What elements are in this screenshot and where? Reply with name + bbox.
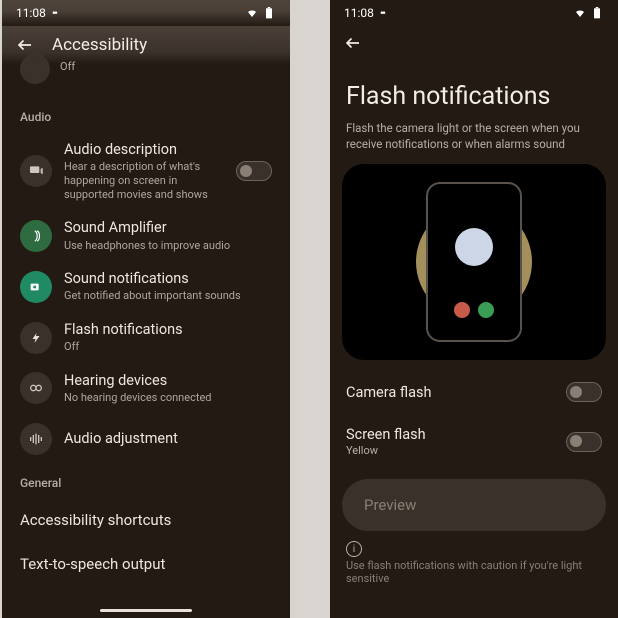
illustration-screen-dot bbox=[455, 228, 493, 266]
row-accessibility-shortcuts[interactable]: Accessibility shortcuts bbox=[14, 498, 278, 542]
audio-adjustment-title: Audio adjustment bbox=[64, 430, 272, 448]
camera-flash-toggle[interactable] bbox=[566, 382, 602, 402]
illustration-phone bbox=[426, 182, 522, 342]
flash-notifications-title: Flash notifications bbox=[64, 321, 272, 339]
row-sound-notifications[interactable]: Sound notifications Get notified about i… bbox=[14, 261, 278, 312]
sound-amplifier-icon bbox=[20, 220, 52, 252]
previous-item-partial[interactable]: Off bbox=[14, 64, 278, 104]
row-sound-amplifier[interactable]: Sound Amplifier Use headphones to improv… bbox=[14, 210, 278, 261]
illustration bbox=[342, 164, 606, 360]
hearing-devices-sub: No hearing devices connected bbox=[64, 391, 272, 405]
screen-flash-sub: Yellow bbox=[346, 444, 426, 457]
sound-notifications-title: Sound notifications bbox=[64, 270, 272, 288]
audio-description-title: Audio description bbox=[64, 141, 224, 159]
section-header-general: General bbox=[14, 470, 278, 498]
hearing-devices-title: Hearing devices bbox=[64, 372, 272, 390]
row-flash-notifications[interactable]: Flash notifications Off bbox=[14, 312, 278, 363]
back-button[interactable] bbox=[342, 32, 364, 54]
sound-notifications-sub: Get notified about important sounds bbox=[64, 289, 272, 303]
audio-description-icon bbox=[20, 155, 52, 187]
wifi-icon bbox=[245, 7, 259, 19]
voicemail-icon: •• bbox=[380, 6, 384, 20]
row-audio-adjustment[interactable]: Audio adjustment bbox=[14, 414, 278, 464]
app-bar bbox=[330, 26, 618, 60]
previous-item-state: Off bbox=[60, 60, 75, 73]
accessibility-settings-screen: 11:08 •• Accessibility Off Audio bbox=[2, 0, 290, 618]
clock: 11:08 bbox=[16, 6, 46, 20]
flash-notifications-screen: 11:08 •• Flash notifications Flash the c… bbox=[330, 0, 618, 618]
flash-notifications-sub: Off bbox=[64, 340, 272, 354]
sound-amplifier-sub: Use headphones to improve audio bbox=[64, 239, 272, 253]
flash-notifications-icon bbox=[20, 322, 52, 354]
sound-notifications-icon bbox=[20, 271, 52, 303]
page-description: Flash the camera light or the screen whe… bbox=[342, 119, 606, 162]
screen-flash-toggle[interactable] bbox=[566, 432, 602, 452]
navigation-handle[interactable] bbox=[100, 609, 192, 612]
status-bar: 11:08 •• bbox=[2, 0, 290, 26]
illustration-red-dot bbox=[454, 302, 470, 318]
page-title: Flash notifications bbox=[342, 60, 606, 119]
camera-flash-label: Camera flash bbox=[346, 384, 431, 401]
illustration-green-dot bbox=[478, 302, 494, 318]
audio-adjustment-icon bbox=[20, 423, 52, 455]
preview-button[interactable]: Preview bbox=[342, 479, 606, 531]
footer-warning: Use flash notifications with caution if … bbox=[342, 557, 606, 585]
row-screen-flash[interactable]: Screen flash Yellow bbox=[342, 414, 606, 469]
preview-label: Preview bbox=[364, 496, 416, 514]
screen-flash-label: Screen flash bbox=[346, 426, 426, 443]
battery-icon bbox=[262, 7, 276, 19]
section-header-audio: Audio bbox=[14, 104, 278, 132]
wifi-icon bbox=[573, 7, 587, 19]
hearing-devices-icon bbox=[20, 372, 52, 404]
row-camera-flash[interactable]: Camera flash bbox=[342, 370, 606, 414]
row-hearing-devices[interactable]: Hearing devices No hearing devices conne… bbox=[14, 363, 278, 414]
battery-icon bbox=[590, 7, 604, 19]
status-bar: 11:08 •• bbox=[330, 0, 618, 26]
row-audio-description[interactable]: Audio description Hear a description of … bbox=[14, 132, 278, 210]
info-icon: i bbox=[346, 541, 362, 557]
voicemail-icon: •• bbox=[52, 6, 56, 20]
audio-description-toggle[interactable] bbox=[236, 161, 272, 181]
clock: 11:08 bbox=[344, 6, 374, 20]
audio-description-sub: Hear a description of what's happening o… bbox=[64, 160, 224, 201]
previous-item-icon bbox=[20, 54, 50, 84]
sound-amplifier-title: Sound Amplifier bbox=[64, 219, 272, 237]
row-tts-output[interactable]: Text-to-speech output bbox=[14, 542, 278, 586]
page-title: Accessibility bbox=[52, 35, 147, 55]
